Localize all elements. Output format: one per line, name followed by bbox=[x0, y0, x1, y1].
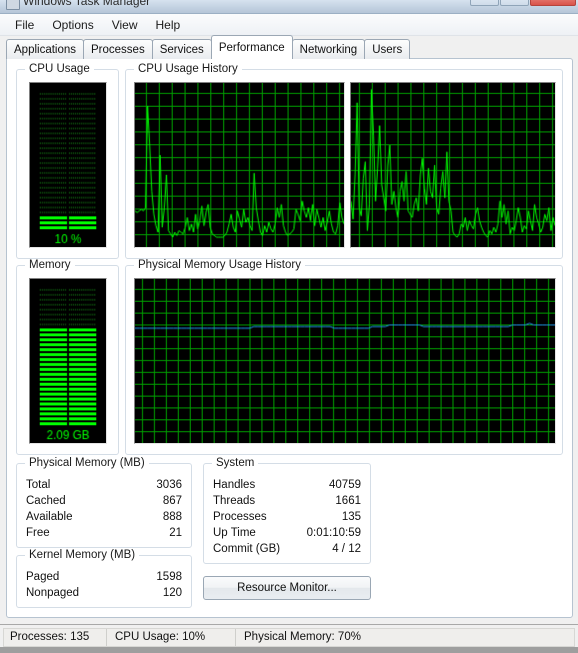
menu-bar: File Options View Help bbox=[0, 14, 578, 36]
stat-value: 4 / 12 bbox=[332, 543, 361, 555]
memory-gauge-group: Memory bbox=[16, 259, 119, 455]
memory-gauge-legend: Memory bbox=[25, 259, 75, 271]
stat-key: Up Time bbox=[213, 527, 256, 539]
cpu-usage-legend: CPU Usage bbox=[25, 63, 94, 75]
cpu-usage-group: CPU Usage bbox=[16, 63, 119, 259]
table-row: Free 21 bbox=[26, 525, 182, 541]
stat-value: 1661 bbox=[335, 495, 361, 507]
window-title: Windows Task Manager bbox=[23, 0, 151, 8]
minimize-button[interactable] bbox=[470, 0, 499, 6]
table-row: Nonpaged 120 bbox=[26, 585, 182, 601]
menu-item-file[interactable]: File bbox=[6, 16, 43, 34]
status-cpu-usage: CPU Usage: 10% bbox=[107, 629, 236, 646]
stat-key: Nonpaged bbox=[26, 587, 80, 599]
system-legend: System bbox=[212, 457, 259, 469]
cpu-history-canvas-core1 bbox=[351, 83, 555, 247]
tab-applications[interactable]: Applications bbox=[6, 39, 85, 59]
window-title-bar: Windows Task Manager bbox=[0, 0, 578, 14]
table-row: Available 888 bbox=[26, 509, 182, 525]
memory-history-legend: Physical Memory Usage History bbox=[134, 259, 305, 271]
table-row: Handles 40759 bbox=[213, 477, 361, 493]
system-stats: Handles 40759 Threads 1661 Processes 135… bbox=[213, 477, 361, 557]
stat-key: Paged bbox=[26, 571, 60, 583]
status-physical-memory: Physical Memory: 70% bbox=[244, 631, 361, 643]
table-row: Paged 1598 bbox=[26, 569, 182, 585]
stat-value: 135 bbox=[341, 511, 361, 523]
task-manager-icon bbox=[6, 0, 20, 10]
close-button[interactable] bbox=[530, 0, 576, 6]
menu-item-view[interactable]: View bbox=[103, 16, 147, 34]
physical-memory-group: Physical Memory (MB) Total 3036 Cached 8… bbox=[16, 457, 192, 548]
cpu-history-legend: CPU Usage History bbox=[134, 63, 242, 75]
stat-key: Handles bbox=[213, 479, 256, 491]
cpu-history-canvas-core0 bbox=[135, 83, 344, 247]
cpu-usage-meter-canvas bbox=[30, 83, 106, 247]
tab-processes[interactable]: Processes bbox=[83, 39, 153, 59]
physical-memory-legend: Physical Memory (MB) bbox=[25, 457, 149, 469]
kernel-memory-legend: Kernel Memory (MB) bbox=[25, 549, 140, 561]
kernel-memory-group: Kernel Memory (MB) Paged 1598 Nonpaged 1… bbox=[16, 549, 192, 608]
stat-value: 21 bbox=[169, 527, 182, 539]
tab-services[interactable]: Services bbox=[151, 39, 212, 59]
cpu-history-graph-core0 bbox=[134, 82, 345, 248]
stat-value: 120 bbox=[162, 587, 182, 599]
stat-key: Threads bbox=[213, 495, 256, 507]
table-row: Total 3036 bbox=[26, 477, 182, 493]
stat-key: Available bbox=[26, 511, 73, 523]
stat-key: Processes bbox=[213, 511, 267, 523]
memory-history-canvas bbox=[135, 279, 555, 443]
tab-performance[interactable]: Performance bbox=[210, 35, 293, 59]
cpu-usage-meter bbox=[29, 82, 107, 248]
stat-key: Cached bbox=[26, 495, 66, 507]
stat-value: 3036 bbox=[156, 479, 182, 491]
tab-strip: Applications Processes Services Performa… bbox=[0, 35, 578, 59]
table-row: Commit (GB) 4 / 12 bbox=[213, 541, 361, 557]
system-group: System Handles 40759 Threads 1661 Proces… bbox=[203, 457, 371, 564]
stat-value: 1598 bbox=[156, 571, 182, 583]
window-resize-grip[interactable] bbox=[0, 647, 578, 653]
menu-item-help[interactable]: Help bbox=[147, 16, 190, 34]
tab-users[interactable]: Users bbox=[364, 39, 411, 59]
stat-key: Commit (GB) bbox=[213, 543, 281, 555]
physical-memory-stats: Total 3036 Cached 867 Available 888 Free… bbox=[26, 477, 182, 541]
stat-key: Total bbox=[26, 479, 51, 491]
memory-history-group: Physical Memory Usage History bbox=[125, 259, 563, 455]
table-row: Cached 867 bbox=[26, 493, 182, 509]
stat-value: 40759 bbox=[329, 479, 361, 491]
memory-history-graph bbox=[134, 278, 556, 444]
stat-value: 0:01:10:59 bbox=[306, 527, 361, 539]
cpu-history-group: CPU Usage History bbox=[125, 63, 563, 259]
maximize-button[interactable] bbox=[500, 0, 529, 6]
resource-monitor-button[interactable]: Resource Monitor... bbox=[203, 576, 371, 600]
menu-item-options[interactable]: Options bbox=[43, 16, 102, 34]
table-row: Threads 1661 bbox=[213, 493, 361, 509]
stat-key: Free bbox=[26, 527, 50, 539]
status-processes: Processes: 135 bbox=[4, 629, 107, 646]
stat-value: 888 bbox=[162, 511, 182, 523]
status-bar: Processes: 135 CPU Usage: 10% Physical M… bbox=[0, 624, 578, 653]
performance-tab-page: CPU Usage Memory CPU Usage History Physi… bbox=[6, 58, 573, 618]
window-controls bbox=[470, 0, 576, 6]
table-row: Up Time 0:01:10:59 bbox=[213, 525, 361, 541]
table-row: Processes 135 bbox=[213, 509, 361, 525]
stat-value: 867 bbox=[162, 495, 182, 507]
tab-networking[interactable]: Networking bbox=[291, 39, 366, 59]
kernel-memory-stats: Paged 1598 Nonpaged 120 bbox=[26, 569, 182, 601]
memory-gauge-meter bbox=[29, 278, 107, 444]
memory-gauge-meter-canvas bbox=[30, 279, 106, 443]
cpu-history-graph-core1 bbox=[350, 82, 556, 248]
